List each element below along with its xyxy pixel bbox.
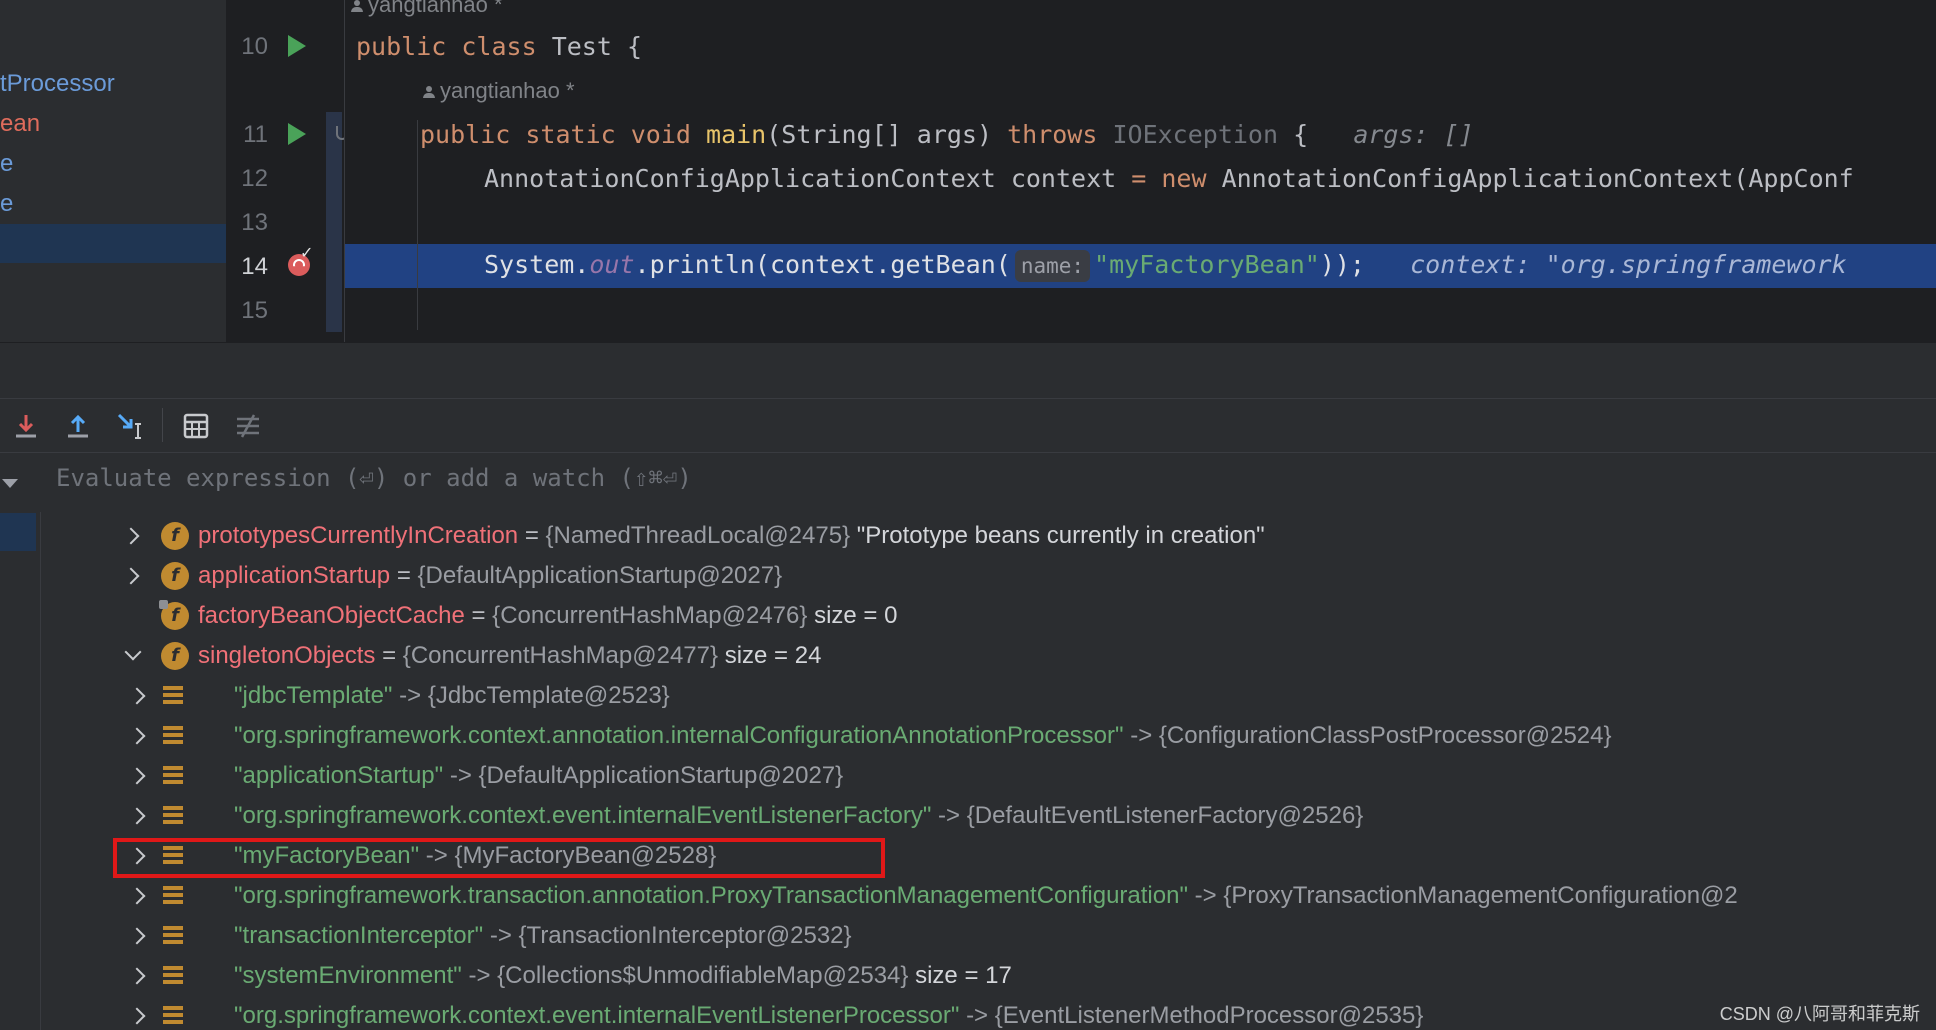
code-line-10[interactable]: public class Test { bbox=[356, 32, 642, 61]
code-line-14[interactable]: System.out.println(context.getBean(name:… bbox=[484, 250, 1847, 282]
map-entry-icon bbox=[163, 926, 183, 948]
step-out-icon[interactable] bbox=[64, 412, 92, 440]
project-item[interactable]: e bbox=[0, 150, 13, 178]
code-author-hint: yangtianhao * bbox=[423, 78, 575, 104]
map-entry-icon bbox=[163, 766, 183, 788]
expand-chevron-icon[interactable] bbox=[128, 967, 146, 985]
map-entry-icon bbox=[163, 726, 183, 748]
expand-chevron-icon[interactable] bbox=[122, 527, 140, 545]
chevron-down-icon[interactable] bbox=[2, 479, 18, 488]
run-to-cursor-icon[interactable] bbox=[116, 412, 144, 440]
breakpoint-check-icon: ✓ bbox=[300, 245, 314, 262]
expand-chevron-icon[interactable] bbox=[128, 927, 146, 945]
person-icon bbox=[423, 86, 435, 98]
project-item[interactable]: tProcessor bbox=[0, 70, 115, 98]
line-number: 10 bbox=[241, 33, 268, 60]
variables-panel: f prototypesCurrentlyInCreation = {Named… bbox=[41, 512, 1936, 1030]
map-entry-icon bbox=[163, 886, 183, 908]
field-icon: f bbox=[161, 522, 189, 550]
project-selected-item[interactable] bbox=[0, 224, 226, 263]
expand-chevron-icon[interactable] bbox=[128, 727, 146, 745]
project-item[interactable]: e bbox=[0, 190, 13, 218]
project-panel: tProcessor ean e e bbox=[0, 0, 226, 342]
expand-chevron-icon[interactable] bbox=[122, 567, 140, 585]
code-editor[interactable]: yangtianhao * public class Test { yangti… bbox=[345, 0, 1936, 342]
evaluate-expression-icon[interactable] bbox=[182, 412, 210, 440]
indent-guide bbox=[417, 120, 418, 330]
fold-region bbox=[326, 112, 342, 332]
parameter-name-hint: name: bbox=[1014, 250, 1091, 282]
field-icon: f bbox=[161, 642, 189, 670]
code-line-11[interactable]: public static void main(String[] args) t… bbox=[420, 120, 1474, 149]
expand-chevron-icon[interactable] bbox=[128, 687, 146, 705]
line-number: 13 bbox=[241, 209, 268, 236]
expand-chevron-icon[interactable] bbox=[128, 767, 146, 785]
line-number: 15 bbox=[241, 297, 268, 324]
map-entry-icon bbox=[163, 1006, 183, 1028]
trace-stream-icon[interactable] bbox=[234, 412, 262, 440]
final-marker-icon bbox=[159, 600, 168, 609]
line-number: 11 bbox=[243, 121, 268, 148]
frames-panel bbox=[0, 512, 41, 1030]
toolbar-separator bbox=[162, 408, 163, 442]
expand-chevron-icon[interactable] bbox=[128, 807, 146, 825]
debug-tool-header bbox=[0, 342, 1936, 398]
expand-chevron-icon[interactable] bbox=[128, 1007, 146, 1025]
code-line-12[interactable]: AnnotationConfigApplicationContext conte… bbox=[484, 164, 1854, 193]
project-item[interactable]: ean bbox=[0, 110, 40, 138]
expand-chevron-icon[interactable] bbox=[128, 887, 146, 905]
step-into-icon[interactable] bbox=[12, 412, 40, 440]
run-icon[interactable] bbox=[288, 123, 306, 145]
line-number: 12 bbox=[241, 165, 268, 192]
annotation-highlight-box bbox=[113, 838, 885, 878]
line-number: 14 bbox=[241, 253, 268, 280]
debug-toolbar bbox=[0, 398, 1936, 453]
evaluate-expression-input[interactable]: Evaluate expression (⏎) or add a watch (… bbox=[56, 464, 692, 492]
run-icon[interactable] bbox=[288, 35, 306, 57]
person-icon bbox=[351, 0, 363, 12]
collapse-chevron-icon[interactable] bbox=[124, 643, 142, 661]
code-author-hint: yangtianhao * bbox=[351, 0, 503, 18]
map-entry-icon bbox=[163, 966, 183, 988]
field-icon: f bbox=[161, 562, 189, 590]
map-entry-icon bbox=[163, 686, 183, 708]
selected-frame[interactable] bbox=[0, 513, 36, 551]
map-entry-icon bbox=[163, 806, 183, 828]
watermark: CSDN @八阿哥和菲克斯 bbox=[1719, 1004, 1920, 1024]
